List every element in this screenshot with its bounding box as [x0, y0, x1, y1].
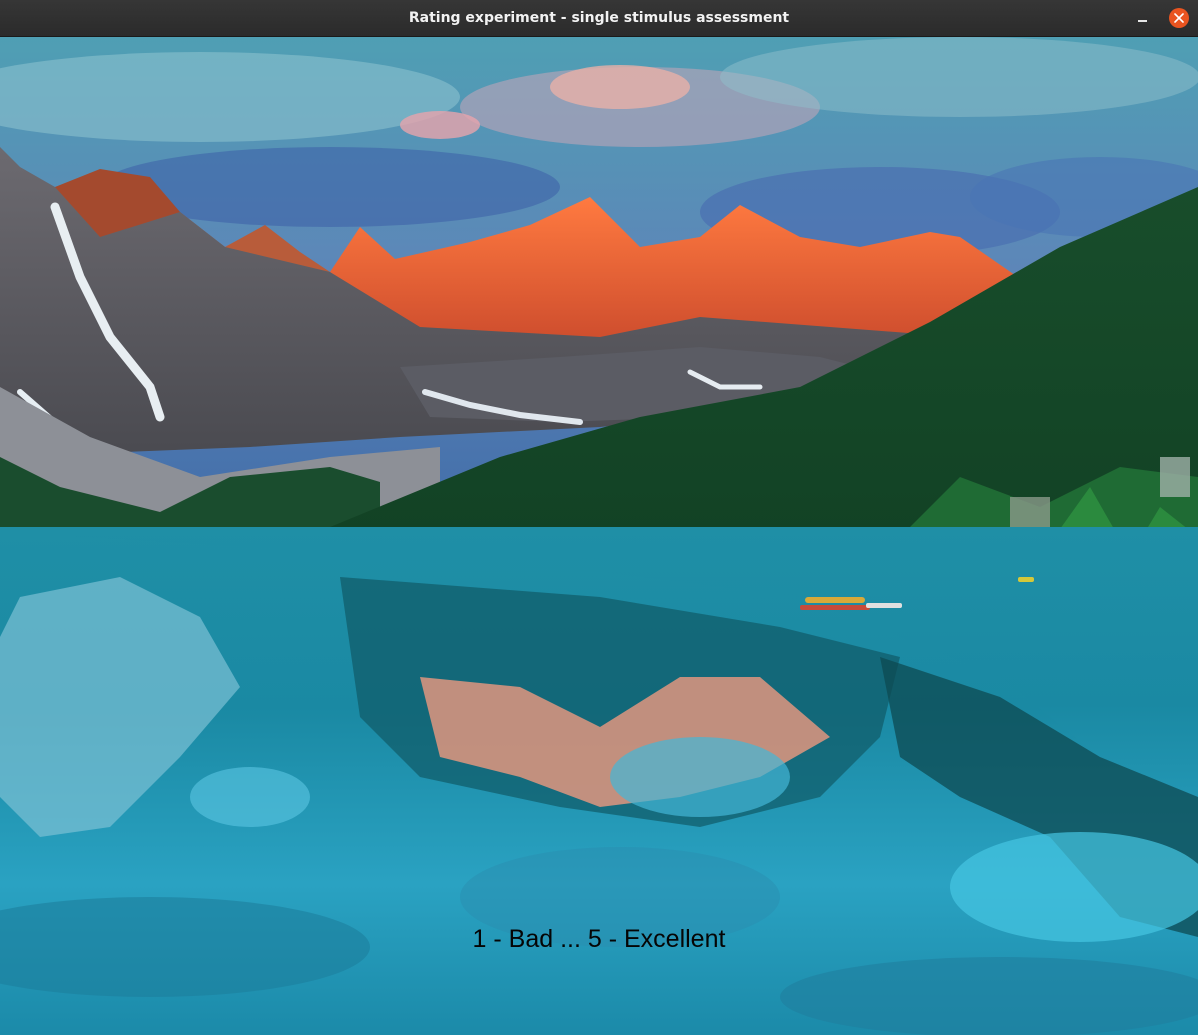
- rating-scale-hint: 1 - Bad ... 5 - Excellent: [472, 925, 726, 953]
- landscape-image: [0, 37, 1198, 1035]
- stimulus-image: 1 - Bad ... 5 - Excellent: [0, 37, 1198, 1035]
- close-button[interactable]: [1169, 8, 1189, 28]
- minimize-icon: [1138, 20, 1147, 22]
- close-icon: [1174, 13, 1184, 23]
- app-window: Rating experiment - single stimulus asse…: [0, 0, 1198, 1035]
- minimize-button[interactable]: [1131, 7, 1155, 31]
- window-title: Rating experiment - single stimulus asse…: [408, 10, 790, 26]
- window-titlebar[interactable]: Rating experiment - single stimulus asse…: [0, 0, 1198, 37]
